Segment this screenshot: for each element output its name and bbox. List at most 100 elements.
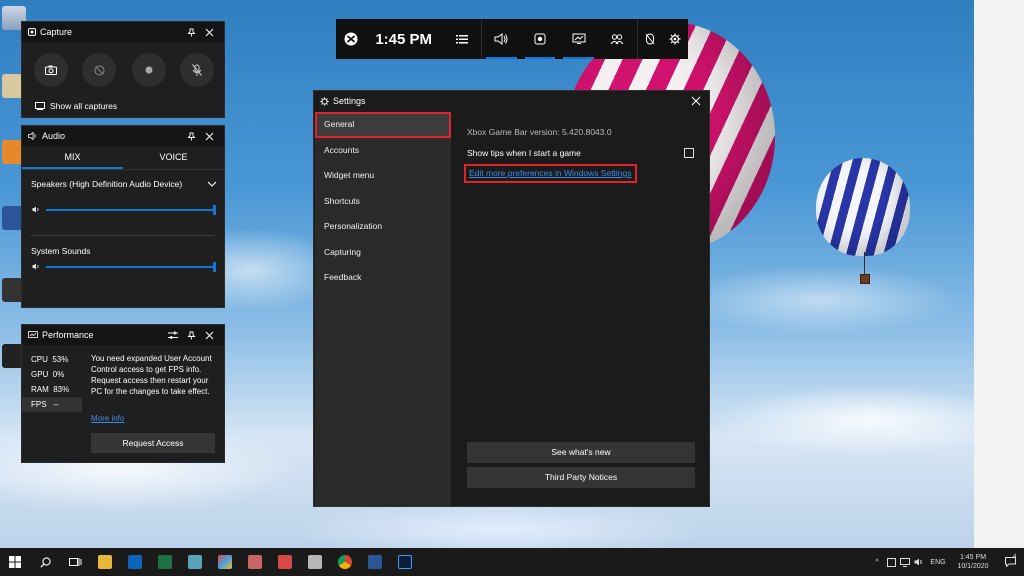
chevron-down-icon — [207, 181, 217, 187]
app-icon — [308, 555, 322, 569]
stat-fps[interactable]: FPS -- — [22, 397, 82, 412]
capture-header: Capture — [22, 22, 224, 42]
windows-settings-link[interactable]: Edit more preferences in Windows Setting… — [464, 164, 637, 183]
chevron-up-icon[interactable]: ^ — [870, 559, 884, 566]
device-volume-slider[interactable] — [46, 209, 214, 211]
network-icon[interactable] — [898, 557, 912, 567]
tab-voice[interactable]: VOICE — [123, 146, 224, 169]
taskbar-photoshop[interactable] — [390, 548, 420, 576]
stat-label: FPS — [31, 400, 47, 409]
chrome-icon — [338, 555, 352, 569]
taskbar-excel[interactable] — [150, 548, 180, 576]
record-last-button[interactable] — [82, 53, 116, 87]
close-icon[interactable] — [200, 326, 218, 344]
taskbar-outlook[interactable] — [120, 548, 150, 576]
show-all-captures-link[interactable]: Show all captures — [35, 101, 117, 111]
capture-toggle-button[interactable] — [521, 19, 560, 59]
nav-general[interactable]: General — [315, 112, 451, 138]
search-icon — [39, 556, 51, 568]
nav-capturing[interactable]: Capturing — [315, 240, 451, 266]
request-access-button[interactable]: Request Access — [91, 433, 215, 453]
settings-nav: General Accounts Widget menu Shortcuts P… — [315, 112, 451, 506]
photoshop-icon — [398, 555, 412, 569]
app-icon — [188, 555, 202, 569]
taskbar-paint[interactable] — [210, 548, 240, 576]
options-icon[interactable] — [164, 326, 182, 344]
device-selector[interactable]: Speakers (High Definition Audio Device) — [31, 179, 217, 189]
stat-gpu[interactable]: GPU 0% — [22, 367, 82, 382]
show-tips-checkbox[interactable] — [684, 148, 694, 158]
nav-shortcuts[interactable]: Shortcuts — [315, 189, 451, 215]
taskbar-file-explorer[interactable] — [90, 548, 120, 576]
capture-title: Capture — [40, 27, 73, 37]
system-sounds-label: System Sounds — [31, 246, 91, 256]
search-button[interactable] — [30, 548, 60, 576]
windows-logo-icon — [9, 556, 21, 568]
app-icon — [248, 555, 262, 569]
whats-new-button[interactable]: See what's new — [467, 442, 695, 463]
record-button[interactable] — [132, 53, 166, 87]
balloon-basket — [860, 274, 870, 284]
slider-thumb[interactable] — [213, 262, 216, 272]
performance-toggle-button[interactable] — [559, 19, 598, 59]
settings-button[interactable] — [663, 19, 688, 59]
taskbar-app[interactable] — [300, 548, 330, 576]
mic-toggle-button[interactable] — [180, 53, 214, 87]
widget-menu-button[interactable] — [442, 19, 481, 59]
stat-cpu[interactable]: CPU 53% — [22, 352, 82, 367]
pin-icon[interactable] — [182, 23, 200, 41]
audio-toggle-button[interactable] — [482, 19, 521, 59]
start-button[interactable] — [0, 548, 30, 576]
paint-icon — [218, 555, 232, 569]
clock[interactable]: 1:45 PM 10/1/2020 — [950, 553, 996, 571]
speaker-icon — [28, 132, 36, 140]
xbox-logo-icon[interactable] — [336, 32, 365, 46]
performance-widget: Performance CPU 53% GPU 0% RAM 83% FPS -… — [21, 324, 225, 463]
performance-header: Performance — [22, 325, 224, 345]
volume-tray-icon[interactable] — [912, 558, 926, 566]
capture-icon — [534, 33, 546, 45]
audio-title: Audio — [42, 131, 66, 141]
history-icon — [94, 65, 104, 75]
close-icon[interactable] — [689, 94, 703, 108]
taskbar-app[interactable] — [180, 548, 210, 576]
settings-header: Settings — [314, 91, 709, 111]
close-icon[interactable] — [200, 23, 218, 41]
taskbar-word[interactable] — [360, 548, 390, 576]
third-party-notices-button[interactable]: Third Party Notices — [467, 467, 695, 488]
tab-mix[interactable]: MIX — [22, 146, 123, 169]
audio-header: Audio — [22, 126, 224, 146]
more-info-link[interactable]: More info — [91, 414, 124, 423]
taskbar-chrome[interactable] — [330, 548, 360, 576]
nav-accounts[interactable]: Accounts — [315, 138, 451, 164]
xbox-social-button[interactable] — [598, 19, 637, 59]
system-volume-slider[interactable] — [46, 266, 214, 268]
mic-off-icon — [192, 64, 202, 76]
mouse-lock-button[interactable] — [638, 19, 663, 59]
nav-feedback[interactable]: Feedback — [315, 265, 451, 291]
task-view-button[interactable] — [60, 548, 90, 576]
taskbar-app[interactable] — [240, 548, 270, 576]
stat-value: 83% — [53, 385, 70, 394]
pin-icon[interactable] — [182, 127, 200, 145]
settings-title: Settings — [333, 96, 366, 106]
volume-icon — [32, 206, 39, 213]
capture-widget: Capture Show all captures — [21, 21, 225, 118]
pin-icon[interactable] — [182, 326, 200, 344]
nav-widget-menu[interactable]: Widget menu — [315, 163, 451, 189]
divider — [31, 235, 215, 236]
performance-title: Performance — [42, 330, 94, 340]
slider-thumb[interactable] — [213, 205, 216, 215]
taskbar-app[interactable] — [270, 548, 300, 576]
screenshot-button[interactable] — [34, 53, 68, 87]
windows-settings-link-text: Edit more preferences in Windows Setting… — [469, 168, 632, 178]
record-icon — [145, 66, 153, 74]
close-icon[interactable] — [200, 127, 218, 145]
language-indicator[interactable]: ENG — [926, 559, 950, 566]
show-all-captures-label: Show all captures — [50, 101, 118, 111]
stat-ram[interactable]: RAM 83% — [22, 382, 82, 397]
nav-personalization[interactable]: Personalization — [315, 214, 451, 240]
action-center-button[interactable]: 4 — [996, 554, 1024, 567]
tray-app-icon[interactable] — [884, 557, 898, 567]
mouse-icon — [645, 33, 655, 45]
